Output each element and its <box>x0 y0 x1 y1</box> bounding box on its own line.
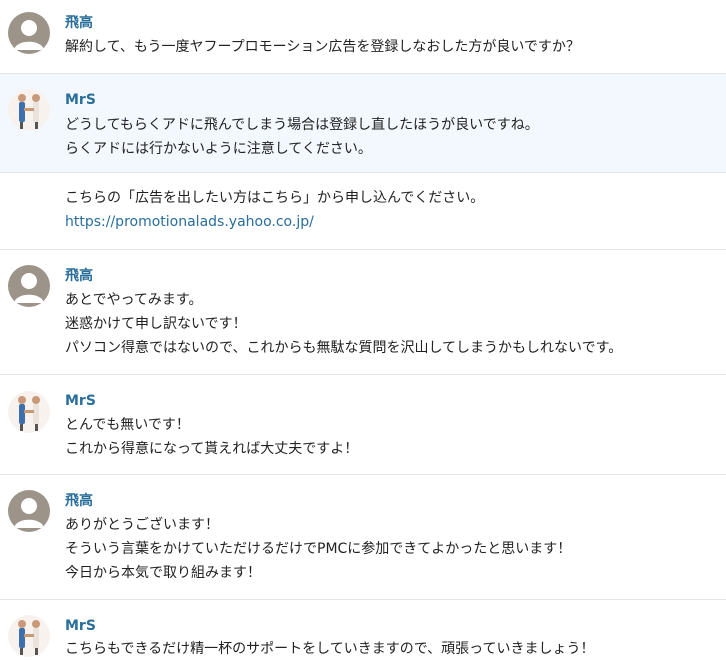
message-line: 今日から本気で取り組みます！ <box>65 565 261 581</box>
default-user-icon <box>14 20 44 50</box>
sender-name[interactable]: MrS <box>65 392 96 410</box>
message-body: ありがとうございます！ そういう言葉をかけていただけるだけでPMCに参加できてよ… <box>65 513 571 585</box>
default-user-icon <box>14 498 44 528</box>
avatar[interactable] <box>8 615 50 657</box>
message-body: こちらの「広告を出したい方はこちら」から申し込んでください。 https://p… <box>65 186 484 234</box>
avatar[interactable] <box>8 89 50 131</box>
avatar[interactable] <box>8 490 50 532</box>
message-line: こちらの「広告を出したい方はこちら」から申し込んでください。 <box>65 190 485 206</box>
message-line: パソコン得意ではないので、これからも無駄な質問を沢山してしまうかもしれないです。 <box>65 340 623 356</box>
message-item: MrS こちらもできるだけ精一杯のサポートをしていきますので、頑張っていきましょ… <box>0 600 726 661</box>
default-user-icon <box>14 273 44 303</box>
message-body: こちらもできるだけ精一杯のサポートをしていきますので、頑張っていきましょう！ <box>65 637 594 661</box>
message-item: こちらの「広告を出したい方はこちら」から申し込んでください。 https://p… <box>0 173 726 250</box>
message-body: どうしてもらくアドに飛んでしまう場合は登録し直したほうが良いですね。 らくアドに… <box>65 113 539 161</box>
message-body: 解約して、もう一度ヤフープロモーション広告を登録しなおした方が良いですか？ <box>65 35 580 59</box>
handshake-photo-icon <box>8 391 50 433</box>
message-line: とんでも無いです！ <box>65 417 190 433</box>
avatar[interactable] <box>8 391 50 433</box>
message-line: どうしてもらくアドに飛んでしまう場合は登録し直したほうが良いですね。 <box>65 117 539 133</box>
avatar[interactable] <box>8 265 50 307</box>
sender-name[interactable]: 飛高 <box>65 267 93 285</box>
message-line: らくアドには行かないように注意してください。 <box>65 141 372 157</box>
message-line: これから得意になって貰えれば大丈夫ですよ！ <box>65 441 359 457</box>
message-line: あとでやってみます。 <box>65 292 203 308</box>
sender-name[interactable]: 飛高 <box>65 492 93 510</box>
message-line: 迷惑かけて申し訳ないです！ <box>65 316 247 332</box>
sender-name[interactable]: MrS <box>65 617 96 635</box>
message-line: こちらもできるだけ精一杯のサポートをしていきますので、頑張っていきましょう！ <box>65 641 595 657</box>
message-body: あとでやってみます。 迷惑かけて申し訳ないです！ パソコン得意ではないので、これ… <box>65 288 622 360</box>
message-line: 解約して、もう一度ヤフープロモーション広告を登録しなおした方が良いですか？ <box>65 39 580 55</box>
message-body: とんでも無いです！ これから得意になって貰えれば大丈夫ですよ！ <box>65 413 358 461</box>
handshake-photo-icon <box>8 89 50 131</box>
message-item: MrS とんでも無いです！ これから得意になって貰えれば大丈夫ですよ！ <box>0 375 726 475</box>
message-item: 飛高 ありがとうございます！ そういう言葉をかけていただけるだけでPMCに参加で… <box>0 475 726 600</box>
promotion-link[interactable]: https://promotionalads.yahoo.co.jp/ <box>65 214 314 230</box>
message-item: 飛高 あとでやってみます。 迷惑かけて申し訳ないです！ パソコン得意ではないので… <box>0 250 726 375</box>
avatar[interactable] <box>8 12 50 54</box>
message-item: MrS どうしてもらくアドに飛んでしまう場合は登録し直したほうが良いですね。 ら… <box>0 74 726 173</box>
sender-name[interactable]: MrS <box>65 91 96 109</box>
message-line: そういう言葉をかけていただけるだけでPMCに参加できてよかったと思います！ <box>65 541 572 557</box>
sender-name[interactable]: 飛高 <box>65 14 93 32</box>
handshake-photo-icon <box>8 615 50 657</box>
message-line: ありがとうございます！ <box>65 517 219 533</box>
message-item: 飛高 解約して、もう一度ヤフープロモーション広告を登録しなおした方が良いですか？ <box>0 0 726 74</box>
